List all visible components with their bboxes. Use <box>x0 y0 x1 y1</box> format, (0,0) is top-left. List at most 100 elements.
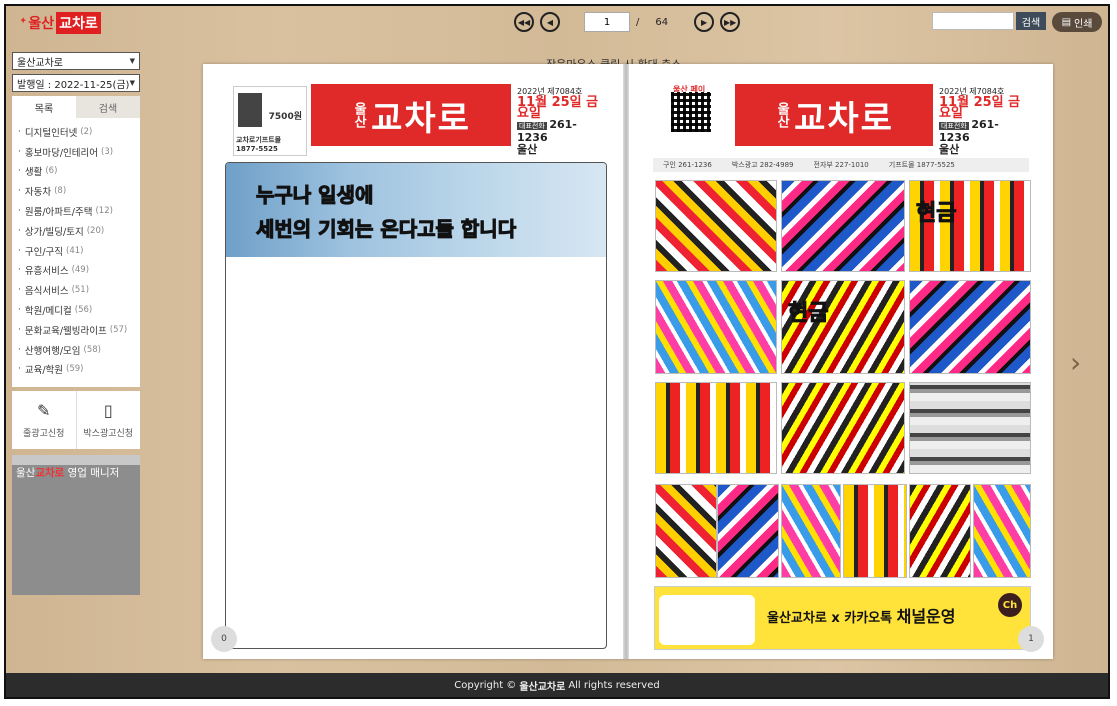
newspaper-spread[interactable]: 7500원 교차로기프트몰 1877-5525 울산 교차로 2022년 제70… <box>203 64 1053 659</box>
category-label: 산행여행/모임 <box>24 345 81 357</box>
classified-ad[interactable] <box>973 484 1031 578</box>
right-date: 11월 25일 금요일 <box>939 95 1021 121</box>
category-item[interactable]: · 교육/학원 (59) <box>12 360 140 380</box>
classified-ad[interactable] <box>909 382 1031 474</box>
sidebar: 울산교차로 ▼ 발행일 : 2022-11-25(금) ▼ 목록 검색 · 디지털… <box>12 52 142 596</box>
classified-ad[interactable] <box>655 280 777 374</box>
print-button[interactable]: ▤ 인쇄 <box>1052 12 1102 32</box>
category-item[interactable]: · 상가/빌딩/토지 (20) <box>12 221 140 241</box>
strip-item: 전자부 227-1010 <box>813 161 869 169</box>
manager-banner-title: 울산교차로 영업 매니저 <box>16 465 119 480</box>
last-page-icon: ▶▶ <box>723 17 737 27</box>
ad-apply-panel: ✎ 줄광고신청 ▯ 박스광고신청 <box>12 391 141 450</box>
kakao-channel-icon: Ch <box>998 593 1022 617</box>
kakao-title: 울산교차로 x 카카오톡 채널운영 <box>767 603 956 627</box>
page-number-input[interactable] <box>584 12 630 32</box>
date-select-value: 발행일 : 2022-11-25(금) <box>17 79 130 91</box>
classified-ad[interactable] <box>843 484 907 578</box>
classified-ad[interactable] <box>909 280 1031 374</box>
first-page-icon: ◀◀ <box>517 17 531 27</box>
category-count: (8) <box>54 186 67 197</box>
last-page-button[interactable]: ▶▶ <box>720 12 741 32</box>
category-item[interactable]: · 음식서비스 (51) <box>12 280 140 300</box>
kakao-channel-ad[interactable]: 울산교차로 x 카카오톡 채널운영 Ch <box>654 586 1031 650</box>
left-top-ad[interactable]: 7500원 교차로기프트몰 1877-5525 <box>233 86 307 156</box>
category-label: 문화교육/웰빙라이프 <box>24 325 107 337</box>
bullet: · <box>18 245 21 256</box>
category-count: (6) <box>45 166 58 177</box>
category-item[interactable]: · 구인/구직 (41) <box>12 241 140 261</box>
printer-icon: ▤ <box>1061 16 1072 28</box>
category-item[interactable]: · 유흥서비스 (49) <box>12 261 140 281</box>
manager-brand: 교차로 <box>35 467 65 480</box>
category-item[interactable]: · 자동차 (8) <box>12 181 140 201</box>
category-item[interactable]: · 디지털인터넷 (2) <box>12 122 140 142</box>
line-ad-apply-button[interactable]: ✎ 줄광고신청 <box>12 391 77 450</box>
right-page-number: 1 <box>1018 626 1044 652</box>
classified-ad[interactable] <box>655 180 777 272</box>
left-banner-ad[interactable]: 누구나 일생에 세번의 기회는 온다고들 합니다 <box>226 163 606 257</box>
next-page-button[interactable]: ▶ <box>694 12 715 32</box>
classified-ad[interactable] <box>909 484 971 578</box>
box-ad-label: 박스광고신청 <box>83 429 134 440</box>
bullet: · <box>18 324 21 335</box>
category-item[interactable]: · 원룸/아파트/주택 (12) <box>12 201 140 221</box>
first-page-button[interactable]: ◀◀ <box>514 12 534 32</box>
category-item[interactable]: · 산행여행/모임 (58) <box>12 340 140 360</box>
site-logo[interactable]: ᐩ 울산 교차로 <box>20 12 101 34</box>
category-count: (56) <box>74 305 93 316</box>
ad-headline: 현금 <box>787 301 829 327</box>
prev-page-button[interactable]: ◀ <box>540 12 560 32</box>
category-item[interactable]: · 홍보마당/인테리어 (3) <box>12 142 140 162</box>
search-button[interactable]: 검색 <box>1016 12 1046 30</box>
bullet: · <box>18 364 21 375</box>
ad-shop-name: 교차로기프트몰 <box>236 136 282 144</box>
kakao-prefix: 울산교차로 x 카카오톡 <box>767 611 897 626</box>
category-label: 구인/구직 <box>24 246 64 258</box>
classified-ad[interactable]: 현금 <box>909 180 1031 272</box>
banner-line-2: 세번의 기회는 온다고들 합니다 <box>255 217 517 242</box>
classified-ad[interactable] <box>655 484 717 578</box>
left-masthead-info: 2022년 제7084호 11월 25일 금요일 대표전화 261-1236 울… <box>517 86 605 155</box>
classified-ad[interactable]: 현금 <box>781 280 905 374</box>
bullet: · <box>18 146 21 157</box>
classified-ad[interactable] <box>781 484 841 578</box>
strip-item: 구인 261-1236 <box>663 161 712 169</box>
classified-ad[interactable] <box>781 382 905 474</box>
footer-brand: 울산교차로 <box>519 681 566 693</box>
classified-ad[interactable] <box>781 180 905 272</box>
page-separator: / <box>636 16 640 28</box>
document-icon: ▯ <box>103 401 113 421</box>
right-masthead-small: 울산 <box>774 102 790 128</box>
category-label: 자동차 <box>24 187 52 199</box>
sidebar-tabs: 목록 검색 <box>12 96 140 118</box>
category-count: (58) <box>83 344 101 355</box>
tab-list[interactable]: 목록 <box>12 96 76 118</box>
category-item[interactable]: · 생활 (6) <box>12 162 140 182</box>
ad-headline: 현금 <box>915 201 957 227</box>
top-toolbar: ᐩ 울산 교차로 ◀◀ ◀ / 64 ▶ ▶▶ 검색 ▤ 인쇄 <box>6 6 1108 38</box>
banner-line-1: 누구나 일생에 <box>255 183 374 208</box>
print-label: 인쇄 <box>1074 18 1093 30</box>
region-select[interactable]: 울산교차로 ▼ <box>12 52 140 70</box>
tab-search[interactable]: 검색 <box>76 96 140 118</box>
bullet: · <box>18 265 21 276</box>
logo-mark-icon: ᐩ <box>20 13 27 33</box>
page-total: 64 <box>655 16 669 28</box>
classified-ad[interactable] <box>655 382 777 474</box>
search-input[interactable] <box>932 12 1014 30</box>
next-spread-chevron-icon[interactable]: › <box>1070 346 1081 379</box>
classified-ad[interactable] <box>717 484 779 578</box>
kakao-big: 채널운영 <box>896 607 956 626</box>
category-count: (49) <box>71 265 90 276</box>
bullet: · <box>18 126 21 137</box>
bullet: · <box>18 206 21 217</box>
next-page-icon: ▶ <box>701 17 708 27</box>
category-item[interactable]: · 학원/메디컬 (56) <box>12 300 140 320</box>
category-item[interactable]: · 문화교육/웰빙라이프 (57) <box>12 320 140 340</box>
sales-manager-banner[interactable]: 울산교차로 영업 매니저 <box>12 455 140 596</box>
ad-price: 7500원 <box>268 112 302 122</box>
box-ad-apply-button[interactable]: ▯ 박스광고신청 <box>77 391 141 449</box>
left-page-content: 누구나 일생에 세번의 기회는 온다고들 합니다 <box>225 162 607 649</box>
date-select[interactable]: 발행일 : 2022-11-25(금) ▼ <box>12 74 140 92</box>
